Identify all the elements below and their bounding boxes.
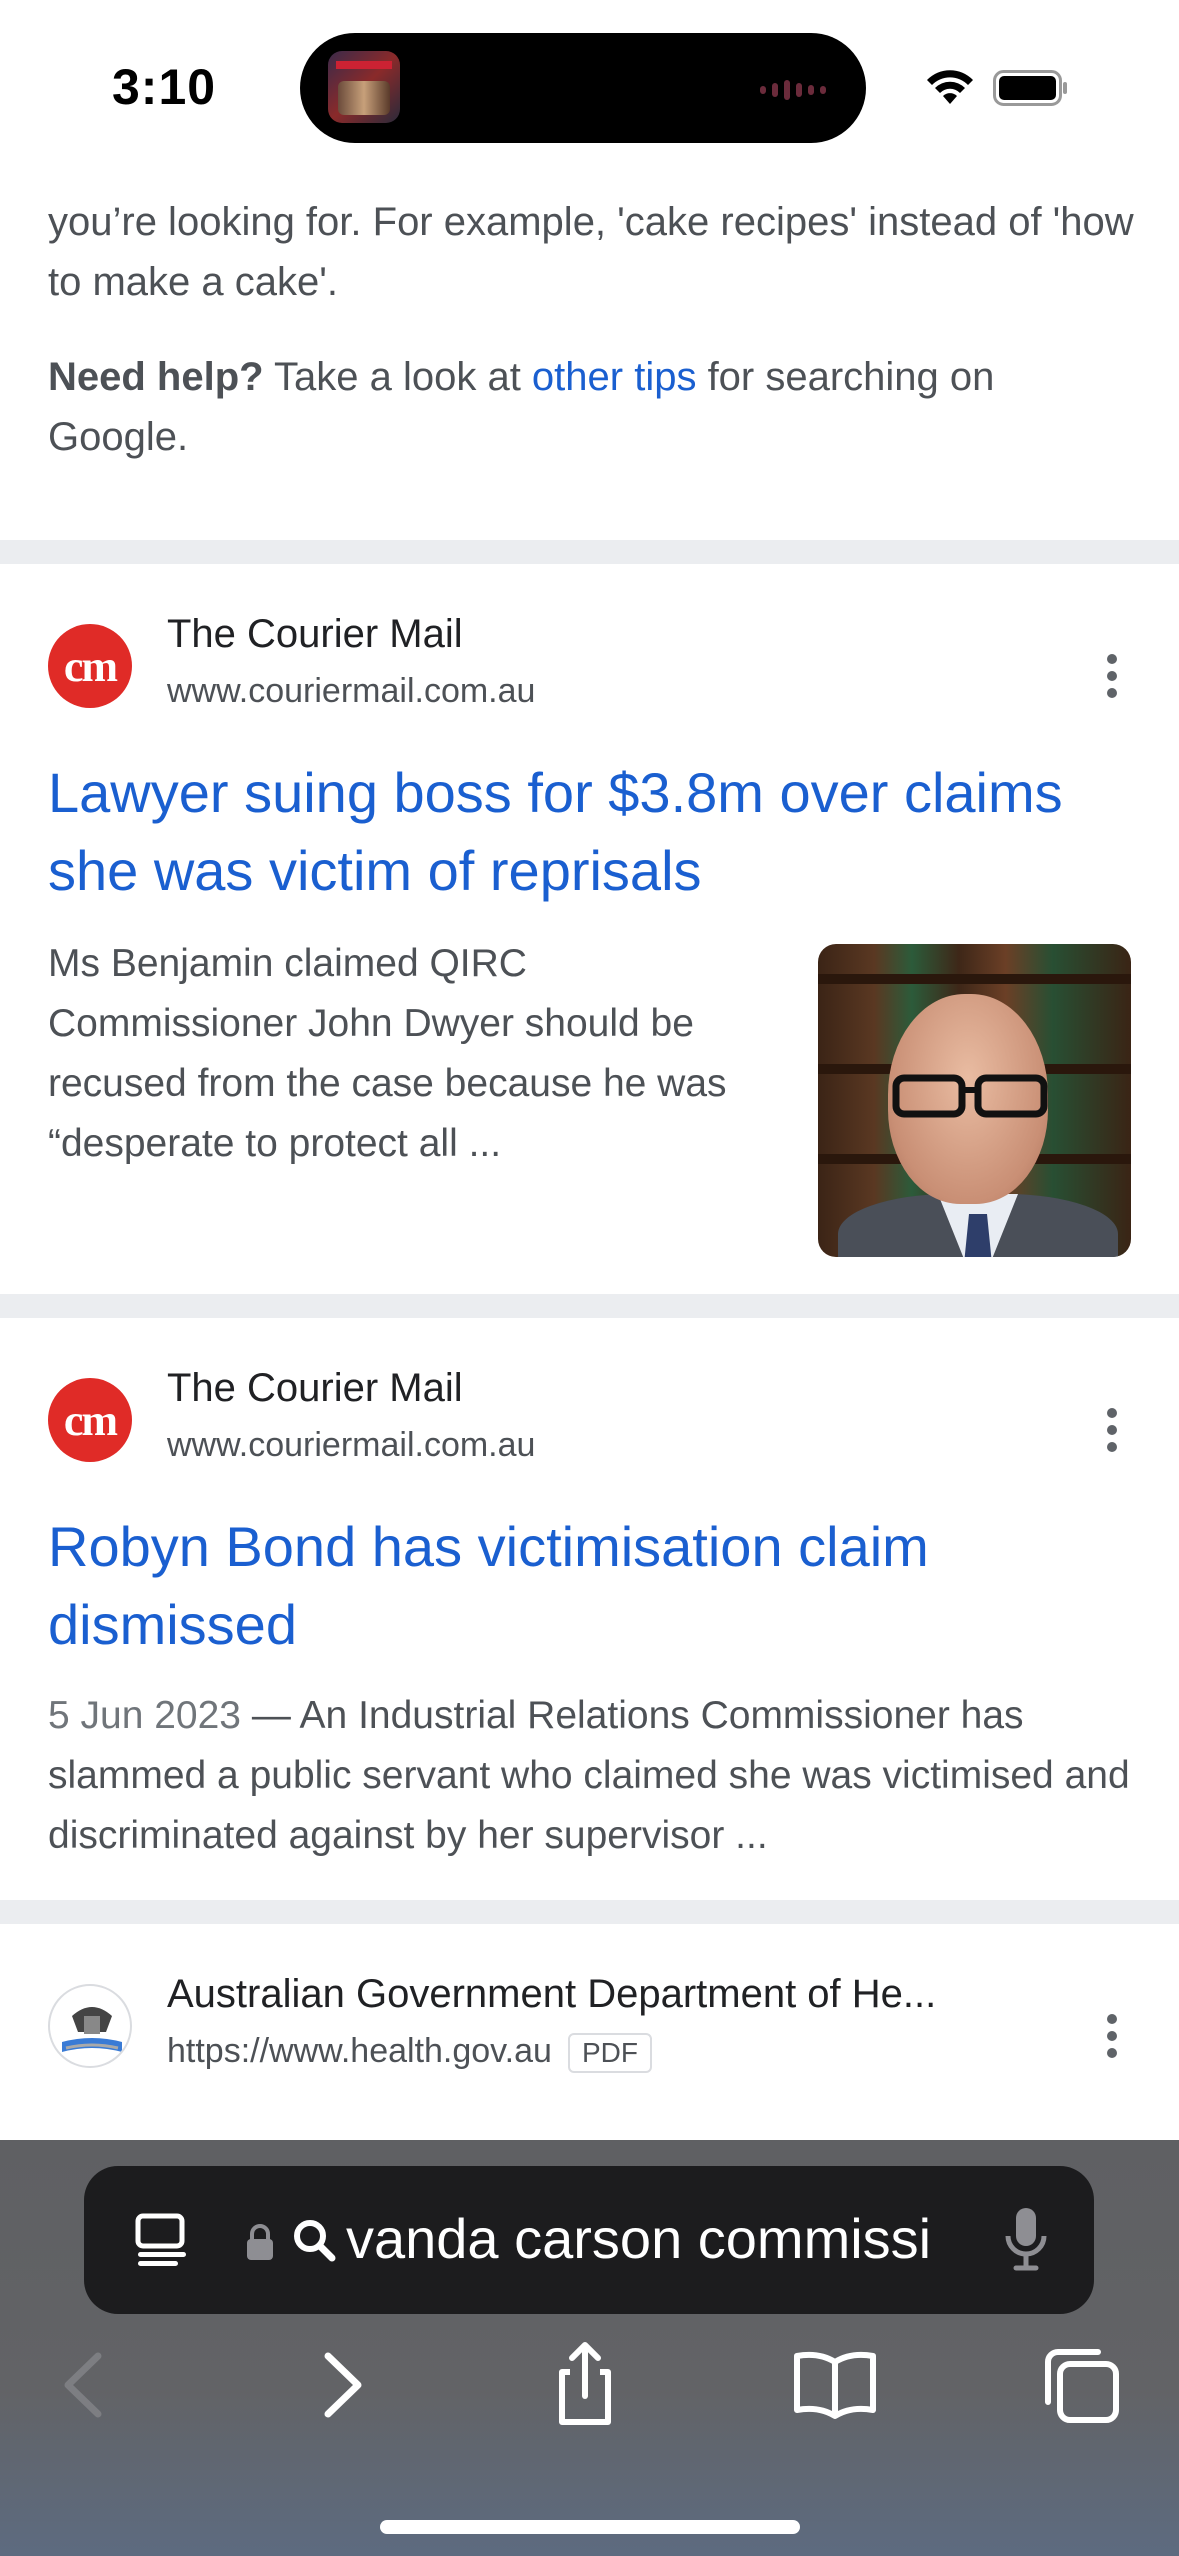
result-snippet: Ms Benjamin claimed QIRC Commissioner Jo… bbox=[48, 942, 727, 1165]
status-bar: 3:10 bbox=[0, 0, 1179, 150]
need-help-label: Need help? bbox=[48, 355, 264, 399]
forward-icon[interactable] bbox=[296, 2340, 386, 2430]
courier-mail-favicon-icon: cm bbox=[48, 1378, 132, 1462]
courier-mail-favicon-icon: cm bbox=[48, 624, 132, 708]
dynamic-island[interactable] bbox=[300, 33, 866, 143]
result-thumbnail-image[interactable] bbox=[818, 944, 1131, 1257]
back-icon[interactable] bbox=[40, 2340, 130, 2430]
more-options-icon[interactable] bbox=[1104, 1408, 1120, 1458]
need-help-text: Need help? Take a look at other tips for… bbox=[48, 355, 995, 459]
result-separator bbox=[0, 540, 1179, 564]
result-site-url[interactable]: www.couriermail.com.au bbox=[167, 672, 535, 711]
lock-icon bbox=[247, 2224, 273, 2260]
browser-toolbar: vanda carson commissi bbox=[0, 2140, 1179, 2556]
pdf-badge: PDF bbox=[567, 2033, 652, 2074]
result-date: 5 Jun 2023 bbox=[48, 1694, 242, 1737]
battery-icon bbox=[993, 70, 1067, 106]
result-card-3: Australian Government Department of He..… bbox=[0, 1924, 1179, 2140]
result-site-url[interactable]: www.couriermail.com.au bbox=[167, 1426, 535, 1465]
more-options-icon[interactable] bbox=[1104, 2014, 1120, 2064]
other-tips-link[interactable]: other tips bbox=[532, 355, 697, 399]
australian-government-crest-icon bbox=[48, 1984, 132, 2068]
microphone-icon[interactable] bbox=[1002, 2204, 1050, 2276]
more-options-icon[interactable] bbox=[1104, 654, 1120, 704]
page-menu-icon[interactable] bbox=[132, 2210, 192, 2270]
result-site-name[interactable]: The Courier Mail bbox=[167, 612, 463, 657]
tip-example-text: you’re looking for. For example, 'cake r… bbox=[48, 200, 1134, 304]
result-title-link[interactable]: Lawyer suing boss for $3.8m over claims … bbox=[48, 754, 1108, 910]
result-site-name[interactable]: Australian Government Department of He..… bbox=[167, 1972, 936, 2017]
audio-waveform-icon bbox=[760, 80, 826, 100]
home-indicator bbox=[380, 2520, 800, 2534]
search-input[interactable]: vanda carson commissi bbox=[346, 2204, 1046, 2274]
result-title-link[interactable]: Robyn Bond has victimisation claim dismi… bbox=[48, 1508, 1108, 1664]
search-icon bbox=[294, 2220, 336, 2262]
tabs-icon[interactable] bbox=[1036, 2340, 1126, 2430]
now-playing-artwork bbox=[328, 51, 400, 123]
bookmarks-icon[interactable] bbox=[790, 2340, 880, 2430]
address-bar[interactable]: vanda carson commissi bbox=[84, 2166, 1094, 2314]
share-icon[interactable] bbox=[540, 2340, 630, 2430]
status-time: 3:10 bbox=[112, 59, 217, 115]
result-card-2: cm The Courier Mail www.couriermail.com.… bbox=[0, 1318, 1179, 1900]
result-site-name[interactable]: The Courier Mail bbox=[167, 1366, 463, 1411]
result-site-url[interactable]: https://www.health.gov.au PDF bbox=[167, 2032, 652, 2074]
wifi-icon bbox=[927, 70, 973, 104]
result-card-1: cm The Courier Mail www.couriermail.com.… bbox=[0, 564, 1179, 1294]
result-separator bbox=[0, 1900, 1179, 1924]
result-snippet: 5 Jun 2023 — An Industrial Relations Com… bbox=[48, 1694, 1130, 1857]
result-separator bbox=[0, 1294, 1179, 1318]
